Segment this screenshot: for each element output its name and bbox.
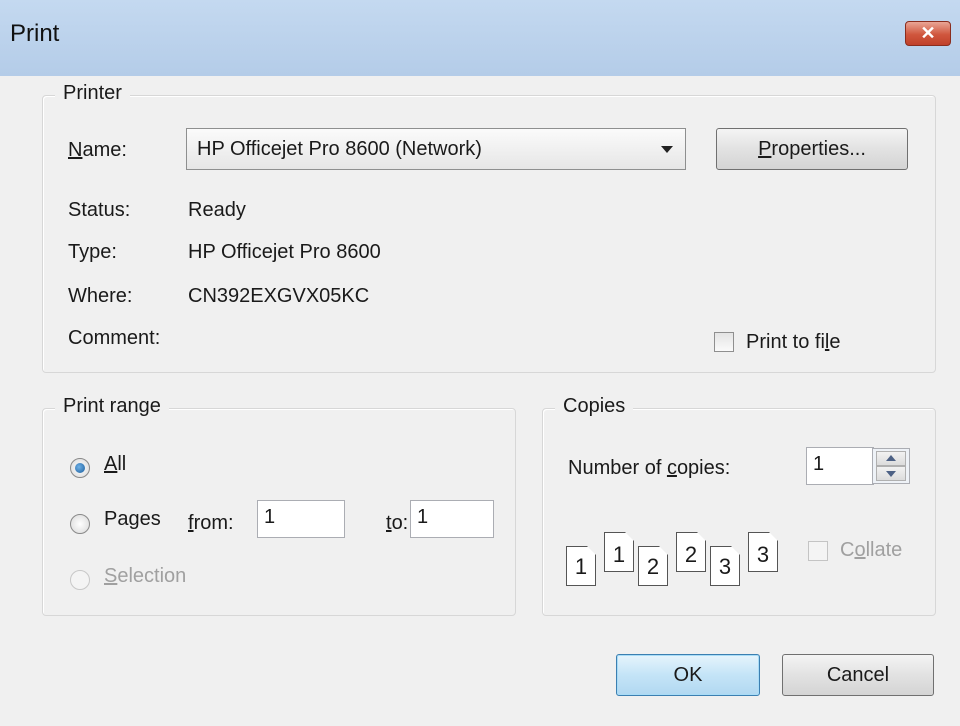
- page-icon-front-2: 2: [638, 546, 668, 586]
- collate-label[interactable]: Collate: [840, 539, 902, 562]
- all-label[interactable]: All: [104, 453, 126, 476]
- number-of-copies-label: Number of copies:: [568, 457, 731, 479]
- chevron-down-icon: [661, 146, 673, 153]
- selection-radio[interactable]: [70, 570, 90, 590]
- page-icon-back-1: 1: [604, 532, 634, 572]
- stepper-up-icon[interactable]: [876, 451, 906, 466]
- type-label: Type:: [68, 241, 117, 263]
- printer-name-value: HP Officejet Pro 8600 (Network): [197, 138, 482, 160]
- to-label: to:: [386, 512, 409, 534]
- all-radio[interactable]: [70, 458, 90, 478]
- from-input[interactable]: 1: [257, 500, 345, 538]
- page-icon-front-3: 3: [710, 546, 740, 586]
- page-icon-back-2: 2: [676, 532, 706, 572]
- close-button[interactable]: ✕: [905, 21, 951, 46]
- status-label: Status:: [68, 199, 131, 221]
- print-dialog: Print ✕ Printer Name: HP Officejet Pro 8…: [0, 0, 960, 726]
- selection-label[interactable]: Selection: [104, 565, 186, 588]
- status-value: Ready: [188, 199, 246, 221]
- page-icon-back-3: 3: [748, 532, 778, 572]
- comment-label: Comment:: [68, 327, 161, 349]
- copies-group-label: Copies: [555, 395, 634, 418]
- pages-radio[interactable]: [70, 514, 90, 534]
- copies-stepper[interactable]: [872, 448, 910, 484]
- where-value: CN392EXGVX05KC: [188, 285, 370, 307]
- cancel-button[interactable]: Cancel: [782, 654, 934, 696]
- printer-group-label: Printer: [55, 82, 130, 105]
- properties-button[interactable]: Properties...: [716, 128, 908, 170]
- print-to-file-label[interactable]: Print to file: [746, 331, 841, 354]
- type-value: HP Officejet Pro 8600: [188, 241, 381, 263]
- name-label: Name:: [68, 139, 127, 161]
- pages-label[interactable]: Pages: [104, 508, 161, 531]
- print-range-group-label: Print range: [55, 395, 169, 418]
- ok-button[interactable]: OK: [616, 654, 760, 696]
- window-title: Print: [10, 20, 60, 47]
- from-label: from:: [188, 512, 234, 534]
- copies-input[interactable]: 1: [806, 447, 874, 485]
- page-icon-front-1: 1: [566, 546, 596, 586]
- title-bar[interactable]: Print ✕: [0, 0, 960, 76]
- collate-checkbox[interactable]: [808, 541, 828, 561]
- to-input[interactable]: 1: [410, 500, 494, 538]
- where-label: Where:: [68, 285, 133, 307]
- printer-name-select[interactable]: HP Officejet Pro 8600 (Network): [186, 128, 686, 170]
- stepper-down-icon[interactable]: [876, 466, 906, 481]
- print-to-file-checkbox[interactable]: [714, 332, 734, 352]
